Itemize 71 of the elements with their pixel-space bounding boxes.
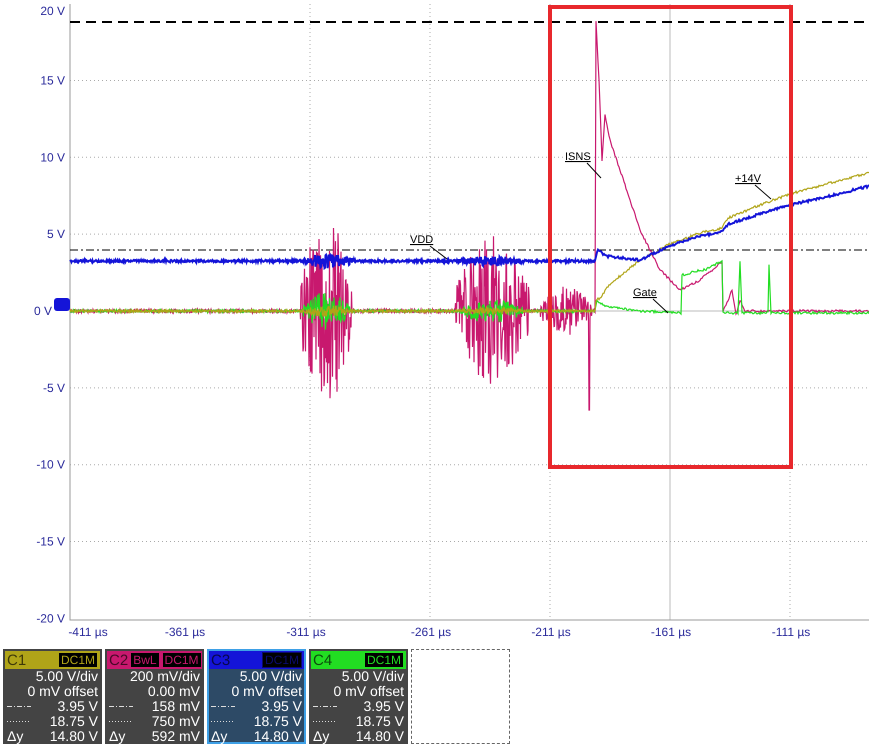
channel-name: C3 bbox=[211, 652, 230, 668]
axis-label: -10 V bbox=[36, 458, 65, 472]
channel-value: 5.00 V/div bbox=[36, 669, 98, 684]
delta-label: Δy bbox=[211, 729, 228, 744]
channel-value: 0 mV offset bbox=[27, 684, 98, 699]
coupling-tag: BwL bbox=[130, 652, 160, 668]
delta-label: Δy bbox=[7, 729, 24, 744]
axis-label: -261 µs bbox=[410, 625, 452, 639]
dotted-line-icon bbox=[7, 720, 31, 723]
axis-label: -15 V bbox=[36, 534, 65, 549]
channel-value: 5.00 V/div bbox=[240, 669, 302, 684]
delta-label: Δy bbox=[313, 729, 330, 744]
channel-value: 18.75 V bbox=[50, 714, 98, 729]
leader-line bbox=[754, 184, 772, 200]
dotted-line-icon bbox=[211, 720, 235, 723]
channel-info-panel[interactable]: C3 DC1M 5.00 V/div 0 mV offset 3.95 V 18.75 V Δy 14.80 V bbox=[207, 649, 306, 744]
channel-value: 0 mV offset bbox=[333, 684, 404, 699]
channel-value: 3.95 V bbox=[364, 699, 404, 714]
leader-line bbox=[586, 162, 602, 178]
channel-value: 18.75 V bbox=[254, 714, 302, 729]
channel-value: 592 mV bbox=[152, 729, 200, 744]
channel-info-panel[interactable]: C4 DC1M 5.00 V/div 0 mV offset 3.95 V 18.75 V Δy 14.80 V bbox=[309, 649, 408, 744]
channel-info-panel[interactable]: C2 BwL DC1M 200 mV/div 0.00 mV 158 mV 750 mV Δy 592 mV bbox=[105, 649, 204, 744]
axis-label: -111 µs bbox=[772, 625, 810, 639]
axis-label: -211 µs bbox=[531, 625, 571, 639]
channel-name: C4 bbox=[313, 652, 332, 668]
axis-label: 20 V bbox=[40, 4, 65, 18]
trace-label: Gate bbox=[633, 287, 657, 299]
axis-label: -20 V bbox=[36, 611, 65, 626]
trace-label: ISNS bbox=[565, 151, 591, 163]
channel-value: 18.75 V bbox=[356, 714, 404, 729]
channel-value: 3.95 V bbox=[58, 699, 98, 714]
leader-line bbox=[430, 246, 448, 260]
axis-label: 10 V bbox=[40, 150, 65, 164]
channel-name: C2 bbox=[109, 652, 128, 668]
channel-info-panel[interactable]: C1 DC1M 5.00 V/div 0 mV offset 3.95 V 18.75 V Δy 14.80 V bbox=[3, 649, 102, 744]
axis-label: 0 V bbox=[34, 304, 52, 318]
channel-value: 5.00 V/div bbox=[342, 669, 404, 684]
channel-value: 0.00 mV bbox=[148, 684, 200, 699]
dash-dot-line-icon bbox=[109, 705, 133, 708]
axis-label: 15 V bbox=[40, 73, 65, 88]
axis-label: -161 µs bbox=[650, 625, 692, 639]
axis-label: -311 µs bbox=[286, 625, 326, 639]
channel-value: 14.80 V bbox=[50, 729, 98, 744]
dash-dot-line-icon bbox=[313, 705, 337, 708]
channel-value: 0 mV offset bbox=[231, 684, 302, 699]
dash-dot-line-icon bbox=[211, 705, 235, 708]
channel-value: 200 mV/div bbox=[130, 669, 200, 684]
dash-dot-line-icon bbox=[7, 705, 31, 708]
ground-marker-icon[interactable] bbox=[54, 298, 70, 311]
dotted-line-icon bbox=[313, 720, 337, 723]
channel-value: 750 mV bbox=[152, 714, 200, 729]
channel-value: 14.80 V bbox=[356, 729, 404, 744]
channel-value: 158 mV bbox=[152, 699, 200, 714]
coupling-tag: DC1M bbox=[162, 652, 202, 668]
channel-value: 14.80 V bbox=[254, 729, 302, 744]
dotted-line-icon bbox=[109, 720, 133, 723]
coupling-tag: DC1M bbox=[364, 652, 404, 668]
coupling-tag: DC1M bbox=[58, 652, 98, 668]
leader-line bbox=[652, 298, 668, 314]
coupling-tag: DC1M bbox=[262, 652, 302, 668]
channel-name: C1 bbox=[7, 652, 26, 668]
axis-label: -5 V bbox=[42, 380, 65, 395]
axis-label: -411 µs bbox=[68, 625, 108, 639]
axis-label: 5 V bbox=[46, 227, 65, 242]
channel-value: 3.95 V bbox=[262, 699, 302, 714]
trace-label: +14V bbox=[735, 173, 761, 185]
delta-label: Δy bbox=[109, 729, 126, 744]
trace-label: VDD bbox=[410, 234, 434, 246]
empty-channel-slot[interactable] bbox=[411, 649, 510, 744]
axis-label: -361 µs bbox=[164, 625, 206, 639]
